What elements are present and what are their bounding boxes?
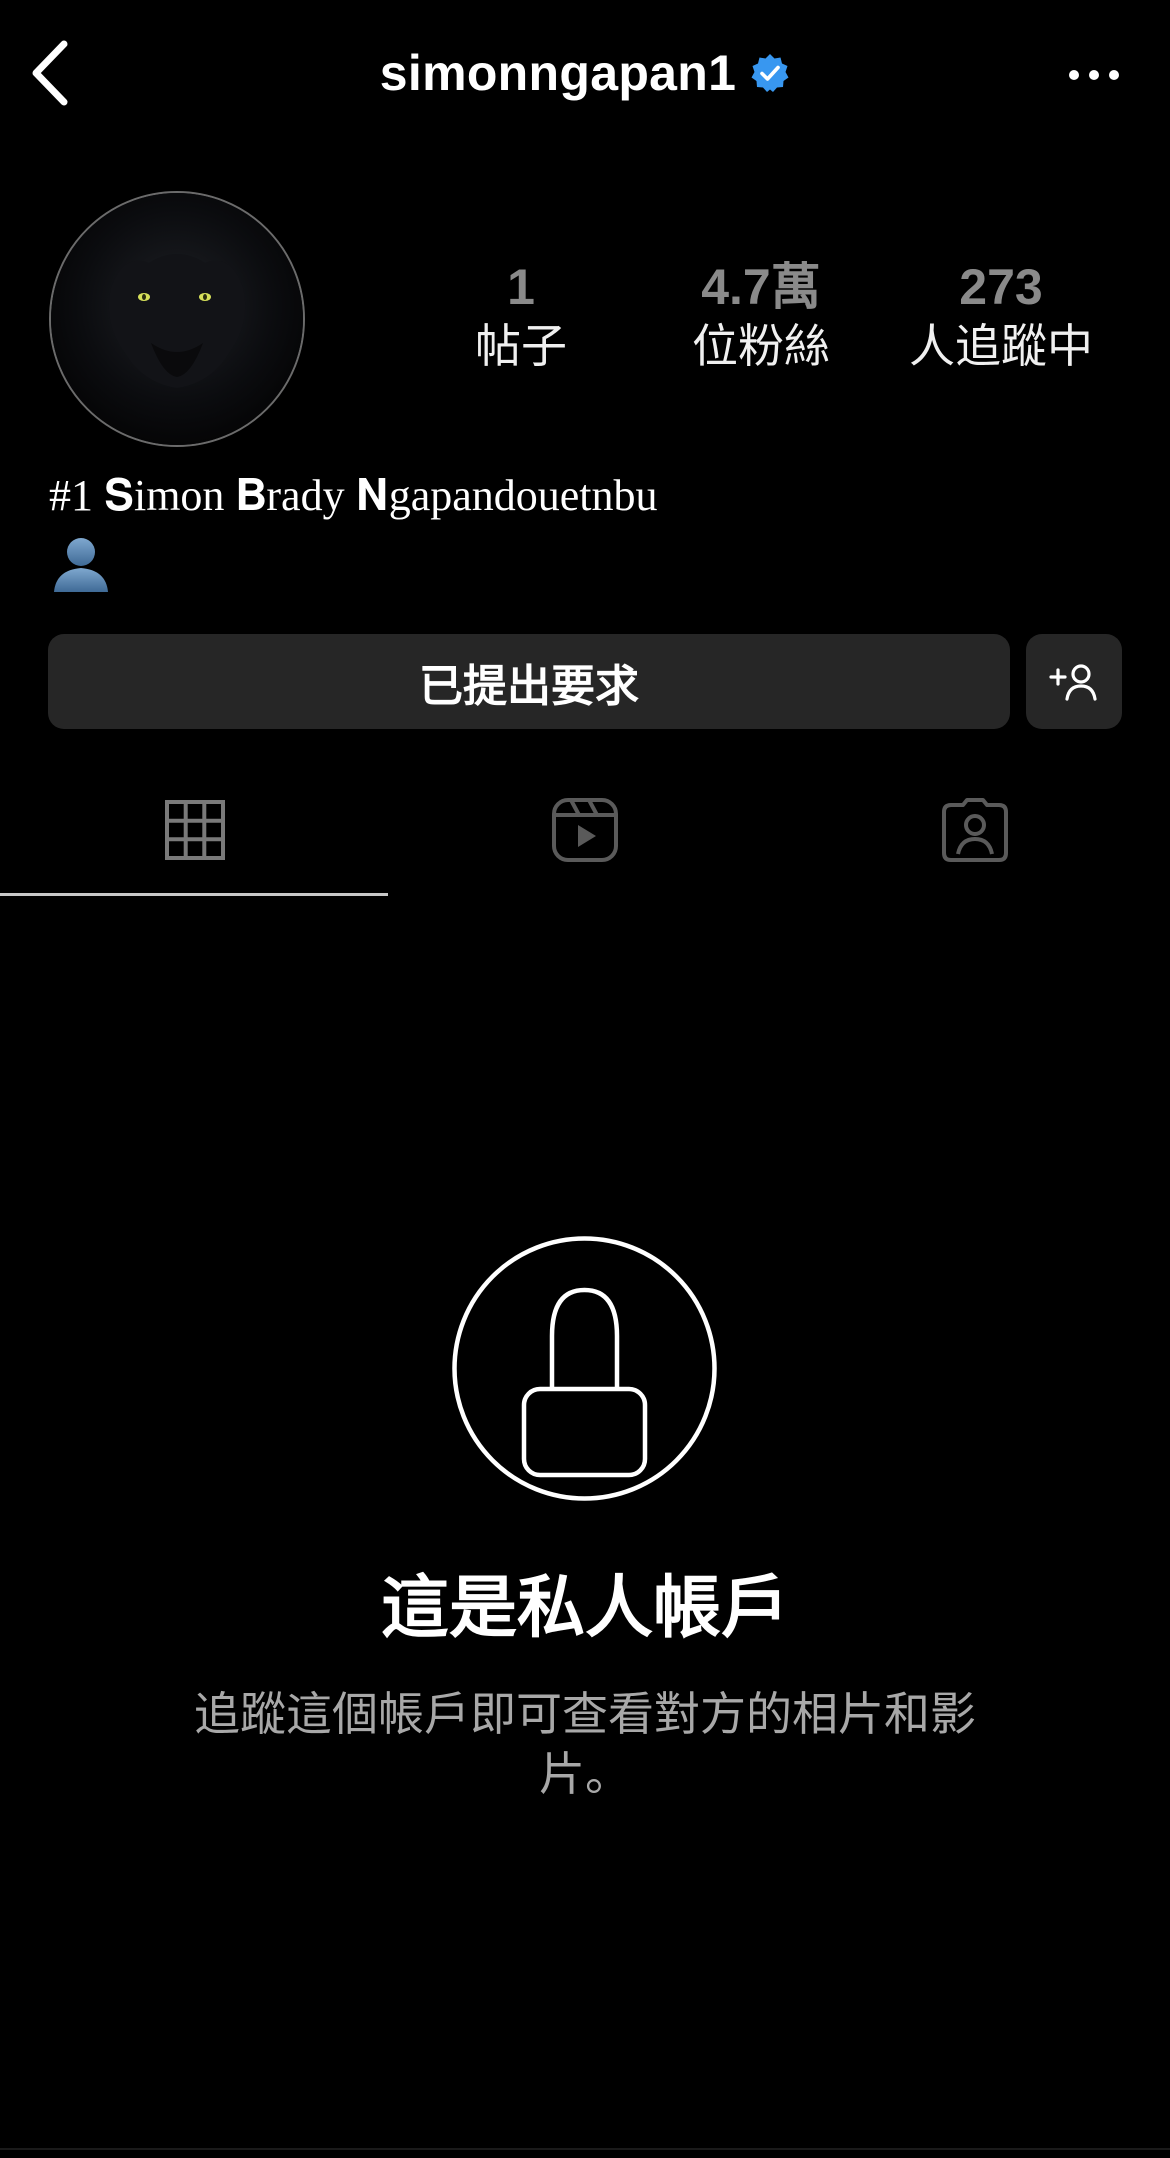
header-title: simonngapan1 — [0, 38, 1170, 108]
tab-reels[interactable] — [390, 765, 780, 895]
verified-badge-icon — [750, 53, 790, 93]
following-label: 人追蹤中 — [909, 319, 1093, 373]
panther-photo — [51, 193, 303, 445]
active-tab-indicator — [0, 893, 388, 896]
reels-icon — [552, 798, 618, 862]
tab-tagged[interactable] — [780, 765, 1170, 895]
posts-count: 1 — [507, 259, 535, 315]
posts-label: 帖子 — [475, 319, 567, 373]
stat-followers[interactable]: 4.7萬 位粉絲 — [661, 258, 861, 374]
tagged-person-icon — [942, 798, 1008, 862]
followers-count: 4.7萬 — [701, 259, 821, 315]
private-account-description: 追蹤這個帳戶即可查看對方的相片和影片。 — [194, 1687, 976, 1801]
username: simonngapan1 — [379, 45, 737, 101]
profile-page: simonngapan1 1 帖子 4.7萬 位粉絲 273 人追蹤中 #1 𝐒… — [0, 0, 1170, 2158]
avatar[interactable] — [49, 191, 305, 447]
private-account-title: 這是私人帳戶 — [380, 1569, 789, 1648]
profile-tabs — [0, 765, 1170, 895]
tab-posts-grid[interactable] — [0, 765, 390, 895]
add-person-icon — [1049, 663, 1097, 701]
following-count: 273 — [959, 259, 1043, 315]
requested-button[interactable]: 已提出要求 — [48, 634, 1010, 729]
suggest-follow-button[interactable] — [1026, 634, 1122, 729]
lock-icon — [452, 1236, 717, 1501]
grid-icon — [165, 800, 225, 860]
more-options-button[interactable] — [1058, 50, 1130, 100]
stat-following[interactable]: 273 人追蹤中 — [901, 258, 1101, 374]
bottom-divider — [0, 2148, 1170, 2150]
private-lock-graphic — [452, 1236, 717, 1501]
more-dots-icon — [1069, 70, 1119, 80]
stat-posts: 1 帖子 — [421, 258, 621, 374]
bio-name: #1 𝐒imon 𝐁rady 𝐍gapandouetnbu — [49, 471, 658, 520]
followers-label: 位粉絲 — [692, 319, 830, 373]
bust-silhouette-icon — [50, 532, 112, 594]
